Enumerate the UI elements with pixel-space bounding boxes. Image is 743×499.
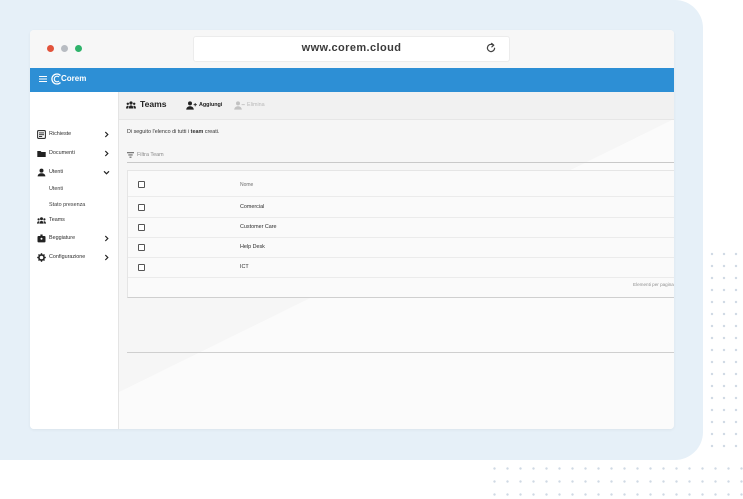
reload-icon[interactable]: [485, 42, 497, 54]
close-window-dot[interactable]: [47, 45, 54, 52]
table-row[interactable]: Customer Care: [128, 217, 674, 238]
team-name-cell: ICT: [240, 264, 249, 270]
menu-icon[interactable]: [39, 75, 47, 83]
decorative-dots-bottom: [488, 462, 743, 499]
sidebar-item-label: Configurazione: [49, 254, 86, 260]
sidebar-subitem-stato-presenza[interactable]: Stato presenza: [30, 198, 118, 214]
row-checkbox[interactable]: [138, 244, 145, 251]
delete-button-label: Elimina: [247, 102, 265, 108]
row-checkbox[interactable]: [138, 204, 145, 211]
team-name-cell: Comercial: [240, 204, 265, 210]
requests-icon: [37, 130, 46, 139]
chevron-right-icon: [104, 131, 109, 138]
teams-icon: [37, 217, 46, 224]
chevron-down-icon: [103, 170, 110, 175]
sidebar-item-label: Teams: [49, 217, 65, 223]
browser-toolbar: www.corem.cloud: [30, 30, 674, 68]
team-name-cell: Help Desk: [240, 244, 265, 250]
sidebar-item-beggiature[interactable]: Beggiature: [30, 231, 118, 247]
filter-placeholder: Filtra Team: [137, 152, 164, 158]
teams-icon: [126, 101, 136, 109]
user-icon: [37, 168, 46, 177]
remove-user-icon: [234, 101, 245, 110]
chevron-right-icon: [104, 235, 109, 242]
intro-bold: team: [190, 129, 204, 135]
sidebar-item-label: Utenti: [49, 186, 64, 192]
folder-icon: [37, 151, 46, 157]
chevron-right-icon: [104, 254, 109, 261]
chevron-right-icon: [104, 150, 109, 157]
sidebar-item-label: Beggiature: [49, 235, 76, 241]
add-user-icon: [186, 101, 197, 110]
sidebar-item-label: Utenti: [49, 169, 64, 175]
sidebar-item-richieste[interactable]: Richieste: [30, 127, 118, 143]
decorative-dots-right: [706, 248, 743, 453]
sidebar-item-documenti[interactable]: Documenti: [30, 146, 118, 162]
intro-prefix: Di seguito l'elenco di tutti i: [127, 129, 191, 135]
intro-suffix: creati.: [203, 129, 220, 135]
add-button-label: Aggiungi: [199, 102, 223, 108]
column-header-nome[interactable]: Nome: [240, 182, 253, 188]
sidebar-item-label: Documenti: [49, 150, 75, 156]
url-text: www.corem.cloud: [301, 42, 402, 54]
address-bar[interactable]: www.corem.cloud: [193, 36, 510, 62]
sidebar-subitem-utenti[interactable]: Utenti: [30, 182, 118, 198]
table-row[interactable]: Help Desk: [128, 237, 674, 258]
table-row[interactable]: ICT: [128, 257, 674, 278]
maximize-window-dot[interactable]: [75, 45, 82, 52]
page-toolbar: Teams Aggiungi Elimina: [119, 92, 674, 120]
logo-text: Corem: [61, 74, 87, 83]
sidebar-item-label: Richieste: [49, 131, 72, 137]
browser-window: www.corem.cloud Corem Richieste Document…: [30, 30, 674, 429]
minimize-window-dot[interactable]: [61, 45, 68, 52]
items-per-page-label: Elementi per pagina: [633, 282, 674, 287]
row-checkbox[interactable]: [138, 264, 145, 271]
sidebar: Richieste Documenti Utenti Utenti Stato …: [30, 92, 119, 429]
team-name-cell: Customer Care: [240, 224, 277, 230]
intro-text: Di seguito l'elenco di tutti i team crea…: [127, 129, 219, 135]
badge-icon: [37, 234, 46, 243]
add-team-button[interactable]: Aggiungi: [186, 101, 226, 111]
main-content: Teams Aggiungi Elimina Di seguito l'elen…: [119, 92, 674, 429]
sidebar-item-label: Stato presenza: [49, 202, 86, 208]
teams-table: Nome Comercial Customer Care Help Desk I…: [127, 170, 674, 298]
gear-icon: [37, 253, 46, 262]
select-all-checkbox[interactable]: [138, 181, 145, 188]
filter-team-input[interactable]: Filtra Team: [127, 151, 674, 163]
sidebar-item-teams[interactable]: Teams: [30, 213, 118, 229]
row-checkbox[interactable]: [138, 224, 145, 231]
sidebar-item-configurazione[interactable]: Configurazione: [30, 250, 118, 266]
table-row[interactable]: Comercial: [128, 197, 674, 218]
filter-icon: [127, 152, 134, 158]
sidebar-item-utenti[interactable]: Utenti: [30, 165, 118, 181]
table-header-row: Nome: [128, 171, 674, 197]
delete-team-button[interactable]: Elimina: [234, 101, 270, 111]
divider: [127, 352, 674, 353]
page-title: Teams: [140, 99, 167, 109]
app-header: Corem: [30, 68, 674, 92]
